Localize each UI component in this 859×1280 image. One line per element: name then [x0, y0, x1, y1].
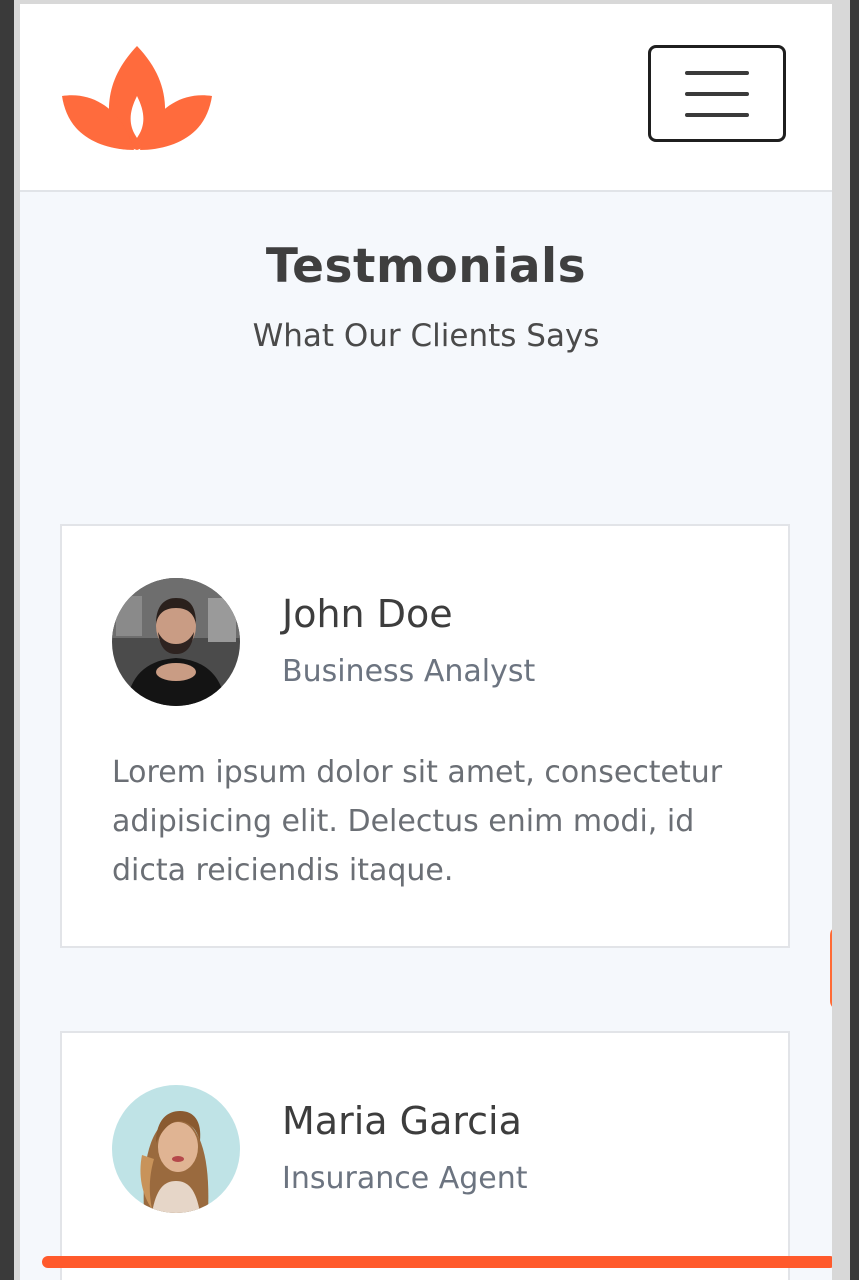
section-title: Testmonials	[265, 239, 587, 294]
person-role: Business Analyst	[282, 654, 536, 689]
section-subtitle: What Our Clients Says	[252, 318, 600, 354]
progress-bar	[42, 1256, 832, 1268]
avatar	[112, 578, 240, 706]
testimonial-card: John Doe Business Analyst Lorem ipsum do…	[60, 524, 790, 948]
page-viewport: Testmonials What Our Clients Says John D…	[20, 4, 832, 1280]
menu-toggle-button[interactable]	[648, 45, 786, 142]
browser-frame: Testmonials What Our Clients Says John D…	[14, 0, 850, 1280]
avatar	[112, 1085, 240, 1213]
site-header	[20, 4, 832, 192]
person-name: John Doe	[282, 592, 453, 636]
person-name: Maria Garcia	[282, 1099, 522, 1143]
person-role: Insurance Agent	[282, 1161, 528, 1196]
testimonial-quote: Lorem ipsum dolor sit amet, consectetur …	[112, 755, 723, 888]
lotus-logo-icon[interactable]	[62, 44, 212, 150]
scroll-thumb[interactable]	[830, 926, 832, 1010]
testimonial-card: Maria Garcia Insurance Agent	[60, 1031, 790, 1280]
hamburger-menu-icon	[685, 70, 749, 117]
